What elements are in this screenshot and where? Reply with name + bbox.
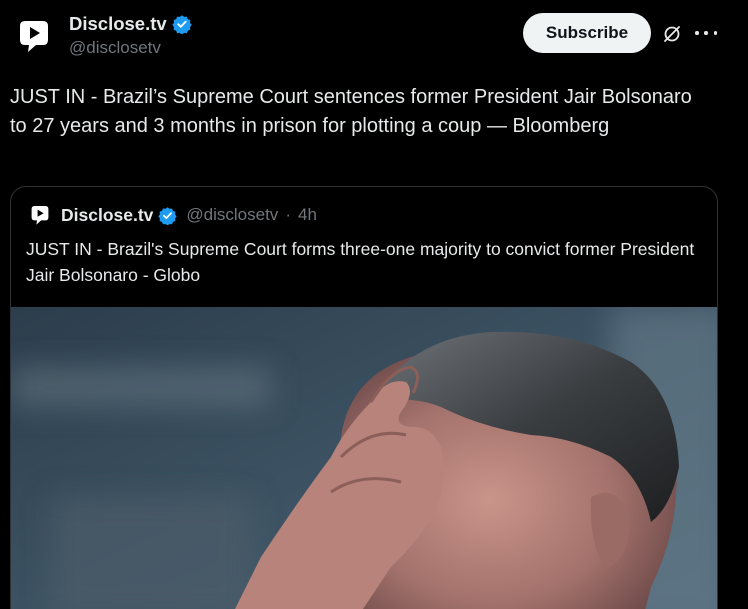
more-icon[interactable] xyxy=(695,23,717,43)
author-handle[interactable]: @disclosetv xyxy=(69,38,192,58)
quoted-timestamp[interactable]: 4h xyxy=(298,205,317,225)
quoted-avatar[interactable] xyxy=(28,204,54,226)
quoted-author-display-name[interactable]: Disclose.tv xyxy=(61,205,153,226)
quoted-post-photo[interactable] xyxy=(11,307,717,609)
post-text: JUST IN - Brazil’s Supreme Court sentenc… xyxy=(10,86,692,137)
meta-separator: · xyxy=(285,205,291,224)
quoted-author-handle[interactable]: @disclosetv xyxy=(186,205,278,225)
grok-icon[interactable] xyxy=(662,24,682,44)
quoted-post-header: Disclose.tv @disclosetv · 4h xyxy=(28,204,317,226)
disclose-logo-icon xyxy=(20,21,48,52)
post-container: Disclose.tv @disclosetv Subscribe JUST I… xyxy=(0,0,748,609)
verified-badge-icon xyxy=(172,15,192,34)
author-display-name[interactable]: Disclose.tv xyxy=(69,13,167,35)
quoted-post[interactable]: Disclose.tv @disclosetv · 4h JUST IN - B… xyxy=(10,186,718,609)
author-block: Disclose.tv @disclosetv xyxy=(69,12,192,58)
disclose-logo-icon xyxy=(31,206,49,225)
verified-badge-icon xyxy=(158,206,178,225)
quoted-post-text: JUST IN - Brazil's Supreme Court forms t… xyxy=(26,239,695,285)
avatar[interactable] xyxy=(14,16,54,56)
subscribe-button[interactable]: Subscribe xyxy=(523,13,651,53)
